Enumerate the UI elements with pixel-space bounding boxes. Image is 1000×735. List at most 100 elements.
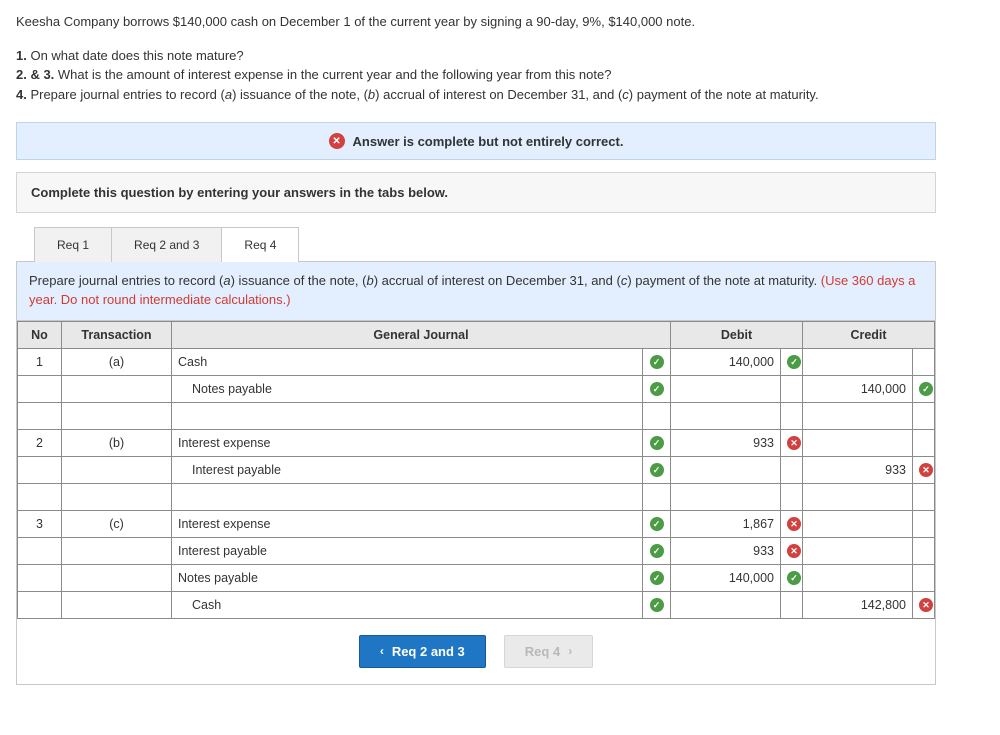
cell-account[interactable]: Notes payable [172,375,643,402]
th-no: No [18,321,62,348]
check-icon: ✓ [650,463,664,477]
cell-credit[interactable]: 142,800 [803,591,913,618]
table-row: 1(a)Cash✓140,000✓ [18,348,935,375]
cell-account[interactable]: Notes payable [172,564,643,591]
cell-no[interactable]: 3 [18,510,62,537]
cell-no[interactable] [18,375,62,402]
table-row: Cash ✓ 142,800✕ [18,591,935,618]
status-banner: ✕ Answer is complete but not entirely co… [16,122,936,160]
cell-trans[interactable]: (a) [62,348,172,375]
table-row [18,483,935,510]
cell-credit-mark [913,510,935,537]
q1: 1. On what date does this note mature? [16,46,984,66]
th-trans: Transaction [62,321,172,348]
cell-debit[interactable]: 933 [671,537,781,564]
cell-no[interactable] [18,402,62,429]
cell-debit[interactable] [671,402,781,429]
cell-account[interactable]: Interest expense [172,510,643,537]
cell-account[interactable]: Cash [172,591,643,618]
cell-no[interactable] [18,591,62,618]
prev-button[interactable]: ‹ Req 2 and 3 [359,635,486,668]
cell-credit[interactable] [803,348,913,375]
cell-debit-mark: ✕ [781,537,803,564]
cell-account[interactable]: Interest payable [172,456,643,483]
table-row: Interest payable✓933✕ [18,456,935,483]
cell-trans[interactable] [62,483,172,510]
cell-credit[interactable] [803,483,913,510]
cell-credit[interactable] [803,402,913,429]
cell-debit-mark: ✓ [781,564,803,591]
cell-no[interactable] [18,456,62,483]
cell-credit[interactable] [803,537,913,564]
cell-account-mark: ✓ [643,429,671,456]
cell-credit-mark: ✕ [913,591,935,618]
cell-account-mark [643,483,671,510]
cell-credit[interactable]: 933 [803,456,913,483]
cell-credit-mark [913,537,935,564]
journal-table: No Transaction General Journal Debit Cre… [17,321,935,619]
tabs: Req 1 Req 2 and 3 Req 4 [34,227,936,262]
check-icon: ✓ [650,517,664,531]
cell-credit[interactable] [803,510,913,537]
cell-debit[interactable]: 140,000 [671,348,781,375]
next-button[interactable]: Req 4 › [504,635,593,668]
check-icon: ✓ [919,382,933,396]
table-row [18,402,935,429]
prev-label: Req 2 and 3 [392,644,465,659]
cell-credit-mark [913,402,935,429]
chevron-right-icon: › [568,644,572,658]
cell-account[interactable] [172,402,643,429]
cell-credit-mark [913,348,935,375]
cell-debit[interactable] [671,456,781,483]
cell-account[interactable]: Interest expense [172,429,643,456]
cell-no[interactable] [18,537,62,564]
cell-debit[interactable]: 1,867 [671,510,781,537]
check-icon: ✓ [787,571,801,585]
cell-trans[interactable] [62,591,172,618]
cell-trans[interactable] [62,456,172,483]
table-row: 2(b)Interest expense ✓ 933✕ [18,429,935,456]
cell-debit[interactable] [671,483,781,510]
cell-trans[interactable] [62,537,172,564]
cell-no[interactable]: 1 [18,348,62,375]
cell-debit-mark [781,402,803,429]
q4: 4. Prepare journal entries to record (a)… [16,85,984,105]
check-icon: ✓ [650,598,664,612]
cell-no[interactable] [18,564,62,591]
cell-account-mark: ✓ [643,348,671,375]
cell-debit-mark: ✓ [781,348,803,375]
th-debit: Debit [671,321,803,348]
check-icon: ✓ [650,382,664,396]
cell-trans[interactable] [62,402,172,429]
cell-account[interactable]: Cash [172,348,643,375]
cell-credit[interactable] [803,564,913,591]
cell-trans[interactable] [62,564,172,591]
tab-req1[interactable]: Req 1 [34,227,112,262]
chevron-left-icon: ‹ [380,644,384,658]
cell-debit[interactable]: 140,000 [671,564,781,591]
cell-debit[interactable]: 933 [671,429,781,456]
cell-trans[interactable] [62,375,172,402]
cell-credit-mark [913,564,935,591]
cell-no[interactable]: 2 [18,429,62,456]
th-journal: General Journal [172,321,671,348]
cell-trans[interactable]: (b) [62,429,172,456]
cell-account[interactable]: Interest payable [172,537,643,564]
cell-credit-mark [913,483,935,510]
x-icon: ✕ [787,517,801,531]
cell-debit-mark: ✕ [781,429,803,456]
cell-debit[interactable] [671,591,781,618]
cell-no[interactable] [18,483,62,510]
cell-trans[interactable]: (c) [62,510,172,537]
tab-req23[interactable]: Req 2 and 3 [112,227,222,262]
cell-credit[interactable]: 140,000 [803,375,913,402]
cell-debit[interactable] [671,375,781,402]
cell-credit-mark [913,429,935,456]
tab-req4[interactable]: Req 4 [222,227,299,262]
check-icon: ✓ [650,436,664,450]
cell-account-mark: ✓ [643,375,671,402]
cell-account[interactable] [172,483,643,510]
nav-buttons: ‹ Req 2 and 3 Req 4 › [17,619,935,684]
cell-credit[interactable] [803,429,913,456]
check-icon: ✓ [787,355,801,369]
